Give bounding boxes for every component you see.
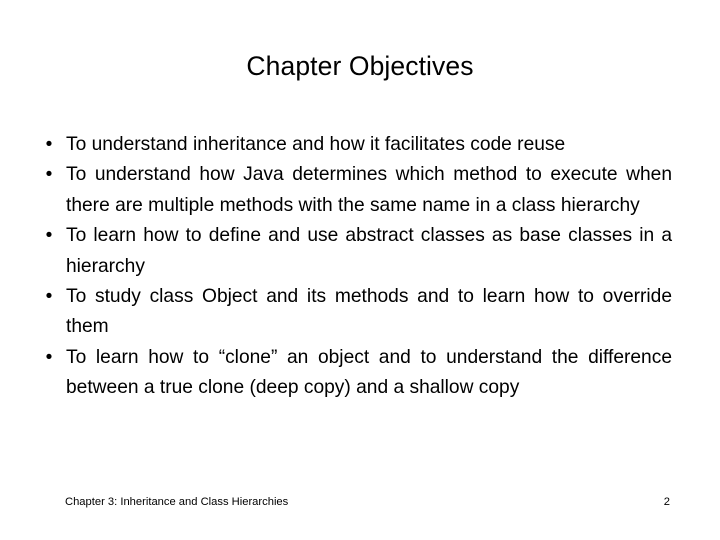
list-item: • To learn how to “clone” an object and … bbox=[36, 343, 672, 404]
objectives-bullet-list: • To understand inheritance and how it f… bbox=[36, 130, 672, 404]
list-item: • To learn how to define and use abstrac… bbox=[36, 221, 672, 282]
list-item-text: To understand inheritance and how it fac… bbox=[66, 134, 566, 155]
bullet-glyph-icon: • bbox=[45, 346, 53, 368]
presentation-slide: Chapter Objectives • To understand inher… bbox=[0, 0, 720, 540]
bullet-glyph-icon: • bbox=[45, 225, 53, 247]
bullet-glyph-icon: • bbox=[45, 164, 53, 186]
list-item: • To study class Object and its methods … bbox=[36, 282, 672, 343]
bullet-glyph-icon: • bbox=[45, 134, 53, 155]
bullet-glyph-icon: • bbox=[45, 286, 53, 308]
list-item-text: To study class Object and its methods an… bbox=[66, 286, 672, 338]
list-item-text: To learn how to “clone” an object and to… bbox=[66, 346, 672, 399]
page-title: Chapter Objectives bbox=[246, 51, 474, 81]
list-item-text: To learn how to define and use abstract … bbox=[66, 225, 672, 277]
footer-chapter-label: Chapter 3: Inheritance and Class Hierarc… bbox=[65, 496, 289, 508]
slide-page-number: 2 bbox=[663, 496, 670, 508]
list-item: • To understand how Java determines whic… bbox=[36, 160, 672, 221]
list-item-text: To understand how Java determines which … bbox=[66, 164, 672, 216]
list-item: • To understand inheritance and how it f… bbox=[36, 130, 672, 160]
